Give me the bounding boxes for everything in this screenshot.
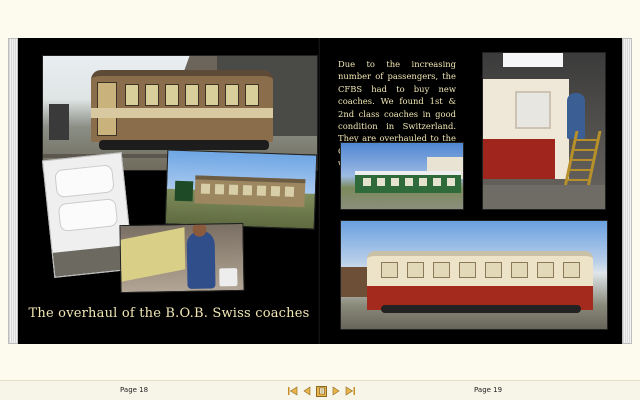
left-page-number: Page 18	[120, 386, 149, 394]
prev-page-icon[interactable]	[302, 386, 312, 397]
photo-worker-on-ladder	[482, 52, 606, 210]
coach-window	[270, 186, 281, 197]
coach-window	[200, 183, 211, 194]
painted-panel	[120, 227, 186, 282]
coach-panel	[57, 198, 119, 232]
coach-window	[381, 262, 398, 278]
coach-window	[419, 178, 427, 186]
green-coach	[355, 171, 461, 193]
next-page-icon[interactable]	[331, 386, 341, 397]
paint-bucket	[219, 268, 238, 287]
flipbook-viewer: The overhaul of the B.O.B. Swiss coaches…	[0, 0, 640, 400]
photo-green-train	[340, 142, 464, 210]
coach	[367, 251, 593, 310]
coach-window	[225, 84, 239, 106]
coach-band	[91, 108, 273, 118]
left-page-caption: The overhaul of the B.O.B. Swiss coaches	[28, 306, 310, 321]
coach-window	[214, 184, 225, 195]
coach-window	[145, 84, 159, 106]
coach-window	[459, 262, 476, 278]
last-page-icon[interactable]	[345, 386, 355, 397]
locomotive	[174, 180, 194, 202]
right-page[interactable]: Due to the increasing number of passenge…	[320, 38, 622, 344]
book-spread: The overhaul of the B.O.B. Swiss coaches…	[8, 38, 632, 344]
current-page-icon[interactable]	[316, 385, 327, 397]
coach-window	[284, 186, 295, 197]
coach-window	[511, 262, 528, 278]
coach-window	[377, 178, 385, 186]
coach-window	[242, 185, 253, 196]
coach-window	[433, 178, 441, 186]
coach	[91, 70, 273, 142]
right-page-number: Page 19	[474, 386, 503, 394]
coach-wheels	[99, 140, 269, 150]
right-binding	[622, 38, 632, 344]
coach-window	[228, 184, 239, 195]
coach-window	[563, 262, 580, 278]
first-page-icon[interactable]	[288, 386, 298, 397]
coach-wheels	[381, 305, 581, 313]
coach-window	[125, 84, 139, 106]
coach-window	[485, 262, 502, 278]
coach-window	[245, 84, 259, 106]
sky	[503, 53, 563, 67]
post	[49, 104, 69, 140]
left-binding	[8, 38, 18, 344]
coach-window	[537, 262, 554, 278]
coach-window	[407, 262, 424, 278]
photo-man-painting	[119, 222, 245, 294]
coach-window	[256, 185, 267, 196]
photo-red-cream-coach	[340, 220, 608, 330]
coach-window	[205, 84, 219, 106]
photo-station-train	[164, 149, 318, 230]
coach-window	[405, 178, 413, 186]
bottom-toolbar: Page 18 Page 19	[0, 380, 640, 400]
left-page[interactable]: The overhaul of the B.O.B. Swiss coaches	[18, 38, 320, 344]
coach-window	[363, 178, 371, 186]
coach-window	[391, 178, 399, 186]
coach	[194, 175, 306, 208]
coach-window	[165, 84, 179, 106]
coach-window	[447, 178, 455, 186]
coach-panel	[54, 164, 115, 199]
page-navigation	[288, 385, 355, 397]
coach-window	[433, 262, 450, 278]
coach-red-band	[483, 139, 555, 179]
coach-window	[515, 91, 551, 129]
coach-window	[185, 84, 199, 106]
ground	[483, 185, 605, 209]
man	[186, 230, 216, 289]
